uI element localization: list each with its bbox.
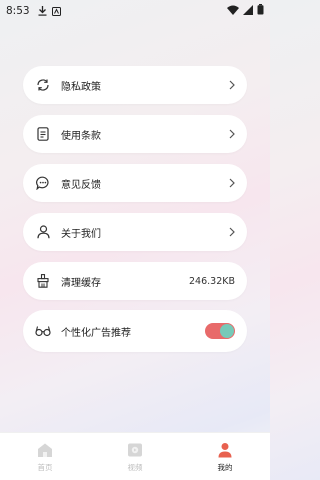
- about-us-label: 关于我们: [61, 228, 101, 240]
- signal-icon: [243, 4, 253, 18]
- about-us-item[interactable]: 关于我们: [23, 213, 247, 251]
- feedback-item[interactable]: 意见反馈: [23, 164, 247, 202]
- cache-size-value: 246.32KB: [189, 275, 235, 287]
- tab-video-label: 视频: [127, 462, 143, 472]
- wifi-icon: [227, 5, 239, 18]
- battery-icon: [257, 4, 264, 18]
- clear-cache-item[interactable]: 清理缓存 246.32KB: [23, 262, 247, 300]
- profile-icon: [216, 441, 234, 459]
- personalized-ads-item: 个性化广告推荐: [23, 310, 247, 352]
- broom-icon: [35, 273, 51, 289]
- status-bar: 8:53: [0, 0, 270, 22]
- bottom-tab-bar: 首页 视频 我的: [0, 432, 270, 480]
- privacy-policy-label: 隐私政策: [61, 81, 101, 93]
- personalized-ads-label: 个性化广告推荐: [61, 327, 131, 339]
- terms-of-use-label: 使用条款: [61, 130, 101, 142]
- user-icon: [35, 224, 51, 240]
- chevron-right-icon: [227, 176, 237, 190]
- home-icon: [36, 441, 54, 459]
- terms-of-use-item[interactable]: 使用条款: [23, 115, 247, 153]
- chevron-right-icon: [227, 225, 237, 239]
- tab-home-label: 首页: [37, 462, 53, 472]
- privacy-policy-item[interactable]: 隐私政策: [23, 66, 247, 104]
- personalized-ads-toggle[interactable]: [205, 323, 235, 339]
- feedback-label: 意见反馈: [61, 179, 101, 191]
- clear-cache-label: 清理缓存: [61, 277, 101, 289]
- video-icon: [126, 441, 144, 459]
- chat-bubble-icon: [35, 175, 51, 191]
- chevron-right-icon: [227, 127, 237, 141]
- chevron-right-icon: [227, 78, 237, 92]
- tab-profile-label: 我的: [217, 462, 233, 472]
- glasses-icon: [35, 323, 51, 339]
- document-icon: [35, 126, 51, 142]
- download-icon: [38, 6, 47, 16]
- status-time: 8:53: [6, 5, 30, 17]
- app-notification-icon: [51, 6, 61, 16]
- toggle-knob: [220, 324, 234, 338]
- tab-profile[interactable]: 我的: [195, 441, 255, 473]
- tab-video[interactable]: 视频: [105, 441, 165, 473]
- tab-home[interactable]: 首页: [15, 441, 75, 473]
- refresh-icon: [35, 77, 51, 93]
